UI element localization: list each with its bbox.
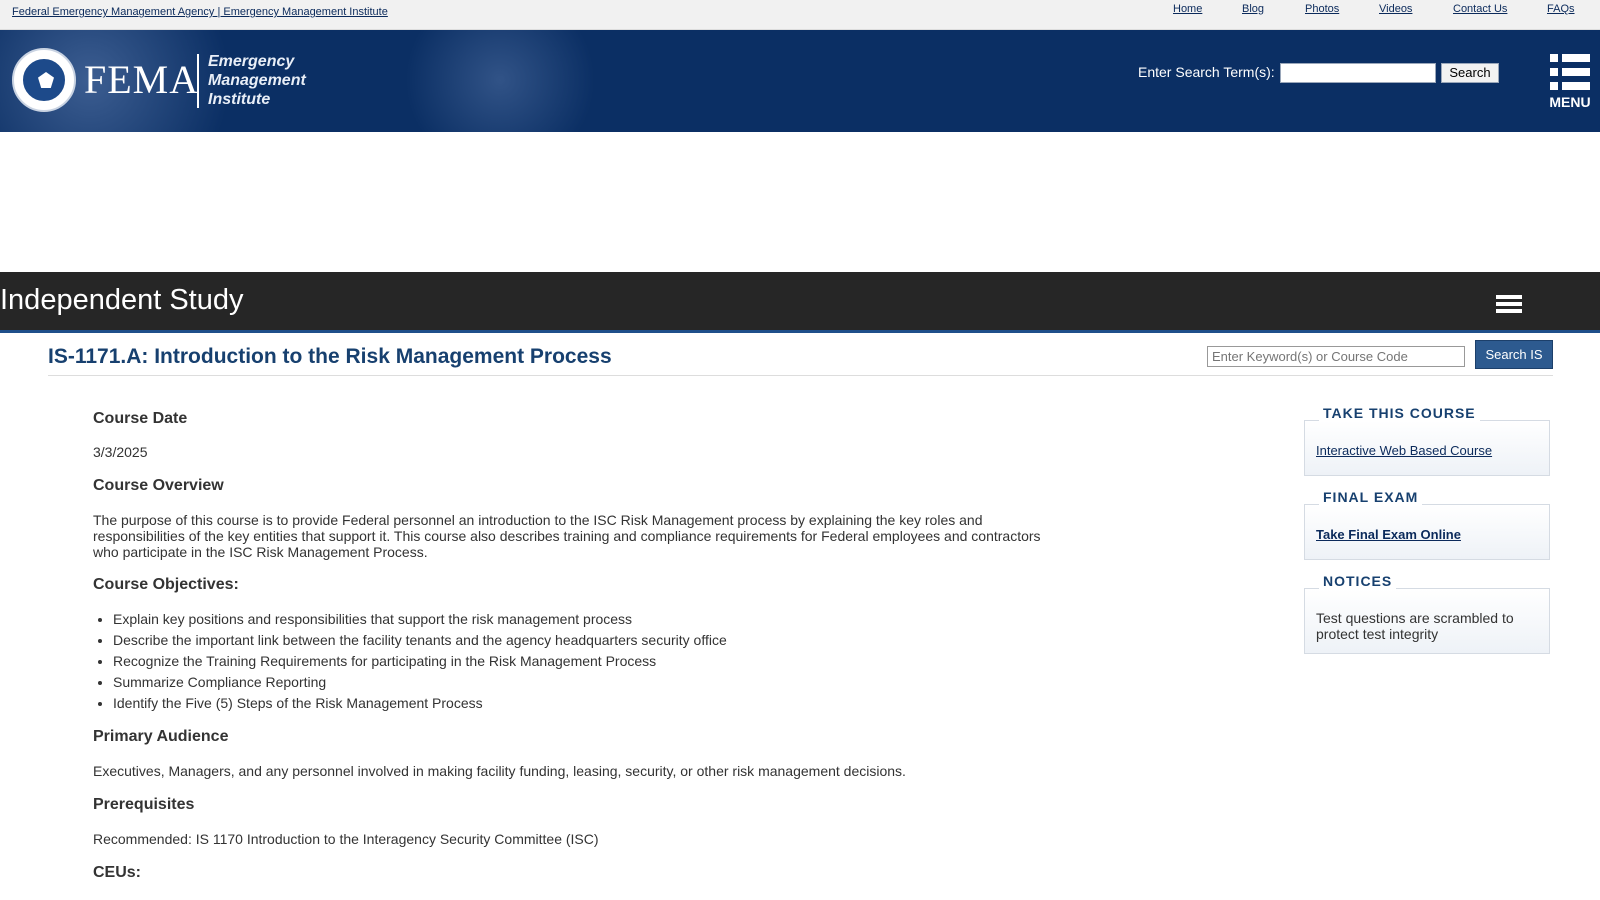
header-glow (400, 30, 600, 132)
section-title: Independent Study (0, 284, 244, 316)
interactive-course-link[interactable]: Interactive Web Based Course (1316, 443, 1492, 458)
main-menu-button[interactable]: MENU (1546, 52, 1594, 112)
primary-audience-text: Executives, Managers, and any personnel … (93, 763, 906, 779)
top-nav-faqs[interactable]: FAQs (1547, 3, 1575, 15)
page-title: IS-1171.A: Introduction to the Risk Mana… (48, 345, 612, 368)
site-search-label: Enter Search Term(s): (1138, 64, 1275, 80)
list-item: Describe the important link between the … (113, 632, 727, 653)
logo-divider (197, 54, 199, 108)
fema-logo-text[interactable]: FEMA (84, 56, 199, 103)
final-exam-link[interactable]: Take Final Exam Online (1316, 527, 1461, 542)
notices-title: NOTICES (1319, 573, 1397, 589)
ceus-heading: CEUs: (93, 864, 142, 881)
course-date-heading: Course Date (93, 410, 188, 427)
course-overview-heading: Course Overview (93, 477, 224, 494)
eagle-icon (38, 72, 54, 88)
take-course-box: TAKE THIS COURSE Interactive Web Based C… (1304, 405, 1550, 476)
divider (48, 375, 1553, 376)
dhs-seal-icon[interactable] (12, 48, 76, 112)
top-nav-blog[interactable]: Blog (1242, 3, 1264, 15)
is-search-button[interactable]: Search IS (1475, 340, 1553, 369)
prerequisites-text: Recommended: IS 1170 Introduction to the… (93, 831, 599, 847)
is-search-input[interactable] (1207, 346, 1465, 367)
menu-label: MENU (1549, 94, 1591, 110)
take-course-title: TAKE THIS COURSE (1319, 405, 1480, 421)
site-search-input[interactable] (1280, 63, 1436, 83)
list-item: Identify the Five (5) Steps of the Risk … (113, 695, 727, 716)
notices-text: Test questions are scrambled to protect … (1316, 610, 1514, 642)
top-nav-videos[interactable]: Videos (1379, 3, 1412, 15)
list-item: Explain key positions and responsibiliti… (113, 611, 727, 632)
top-nav-photos[interactable]: Photos (1305, 3, 1339, 15)
course-overview-text: The purpose of this course is to provide… (93, 512, 1041, 560)
top-nav-home[interactable]: Home (1173, 3, 1202, 15)
emi-logo-text[interactable]: Emergency Management Institute (208, 52, 306, 109)
menu-list-icon (1550, 54, 1590, 90)
hamburger-menu-icon[interactable] (1496, 295, 1522, 313)
list-item: Summarize Compliance Reporting (113, 674, 727, 695)
prerequisites-heading: Prerequisites (93, 796, 195, 813)
independent-study-band: Independent Study (0, 272, 1600, 333)
course-date-value: 3/3/2025 (93, 444, 148, 460)
notices-box: NOTICES Test questions are scrambled to … (1304, 573, 1550, 654)
top-nav: Home Blog Photos Videos Contact Us FAQs (0, 3, 1600, 23)
objectives-list: Explain key positions and responsibiliti… (113, 611, 727, 716)
top-nav-contact-us[interactable]: Contact Us (1453, 3, 1507, 15)
site-header: FEMA Emergency Management Institute Ente… (0, 30, 1600, 132)
final-exam-box: FINAL EXAM Take Final Exam Online (1304, 489, 1550, 560)
primary-audience-heading: Primary Audience (93, 728, 229, 745)
utility-bar: Federal Emergency Management Agency | Em… (0, 0, 1600, 30)
final-exam-title: FINAL EXAM (1319, 489, 1423, 505)
site-search-button[interactable]: Search (1441, 63, 1499, 83)
list-item: Recognize the Training Requirements for … (113, 653, 727, 674)
course-objectives-heading: Course Objectives: (93, 576, 239, 593)
